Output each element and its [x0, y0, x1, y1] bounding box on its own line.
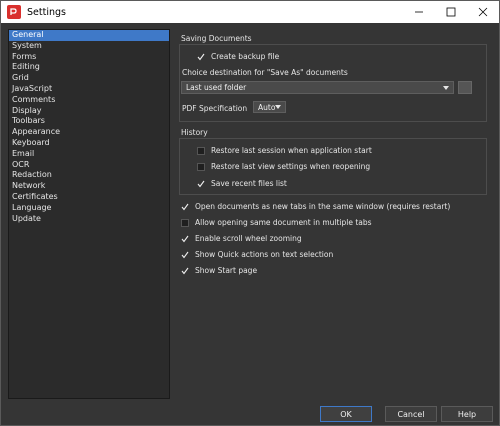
checkmark-icon [181, 203, 189, 210]
restore-view-option[interactable]: Restore last view settings when reopenin… [197, 162, 370, 171]
multiple-tabs-checkbox[interactable] [181, 218, 189, 227]
sidebar-item-forms[interactable]: Forms [9, 52, 169, 63]
multiple-tabs-label: Allow opening same document in multiple … [195, 218, 372, 227]
title-bar: Settings [1, 1, 499, 23]
save-recent-files-option[interactable]: Save recent files list [197, 179, 287, 188]
sidebar-item-general[interactable]: General [9, 30, 169, 41]
sidebar-item-ocr[interactable]: OCR [9, 160, 169, 171]
sidebar-item-system[interactable]: System [9, 41, 169, 52]
help-button[interactable]: Help [441, 406, 493, 422]
history-heading: History [181, 128, 208, 137]
minimize-icon [415, 11, 423, 13]
chevron-down-icon [443, 85, 449, 90]
close-button[interactable] [467, 1, 499, 23]
create-backup-checkbox[interactable] [197, 53, 205, 61]
maximize-icon [446, 7, 456, 17]
restore-view-label: Restore last view settings when reopenin… [211, 162, 371, 171]
sidebar-item-toolbars[interactable]: Toolbars [9, 116, 169, 127]
maximize-button[interactable] [435, 1, 467, 23]
cancel-button[interactable]: Cancel [385, 406, 437, 422]
sidebar-item-keyboard[interactable]: Keyboard [9, 138, 169, 149]
settings-category-list[interactable]: General System Forms Editing Grid JavaSc… [8, 29, 170, 399]
pdf-specification-dropdown[interactable]: Auto [253, 101, 286, 113]
checkmark-icon [181, 251, 189, 258]
scroll-zoom-label: Enable scroll wheel zooming [195, 234, 302, 243]
create-backup-label: Create backup file [211, 52, 280, 61]
quick-actions-option[interactable]: Show Quick actions on text selection [181, 250, 333, 259]
start-page-option[interactable]: Show Start page [181, 266, 257, 275]
save-recent-files-label: Save recent files list [211, 179, 287, 188]
sidebar-item-appearance[interactable]: Appearance [9, 127, 169, 138]
close-icon [478, 7, 488, 17]
sidebar-item-grid[interactable]: Grid [9, 73, 169, 84]
create-backup-option[interactable]: Create backup file [197, 52, 279, 61]
sidebar-item-javascript[interactable]: JavaScript [9, 84, 169, 95]
open-new-tabs-checkbox[interactable] [181, 203, 189, 211]
sidebar-item-email[interactable]: Email [9, 149, 169, 160]
restore-session-label: Restore last session when application st… [211, 146, 372, 155]
scroll-zoom-option[interactable]: Enable scroll wheel zooming [181, 234, 302, 243]
start-page-label: Show Start page [195, 266, 258, 275]
app-logo-icon [7, 5, 21, 19]
restore-session-checkbox[interactable] [197, 146, 205, 155]
sidebar-item-certificates[interactable]: Certificates [9, 192, 169, 203]
sidebar-item-comments[interactable]: Comments [9, 95, 169, 106]
start-page-checkbox[interactable] [181, 267, 189, 275]
browse-folder-button[interactable] [458, 81, 472, 94]
sidebar-item-language[interactable]: Language [9, 203, 169, 214]
chevron-down-icon [275, 105, 281, 109]
open-new-tabs-label: Open documents as new tabs in the same w… [195, 202, 451, 211]
sidebar-item-editing[interactable]: Editing [9, 62, 169, 73]
pdf-specification-label: PDF Specification [182, 104, 248, 113]
sidebar-item-display[interactable]: Display [9, 106, 169, 117]
ok-button[interactable]: OK [320, 406, 372, 422]
quick-actions-checkbox[interactable] [181, 251, 189, 259]
checkmark-icon [197, 180, 205, 187]
minimize-button[interactable] [403, 1, 435, 23]
open-new-tabs-option[interactable]: Open documents as new tabs in the same w… [181, 202, 450, 211]
restore-view-checkbox[interactable] [197, 162, 205, 171]
save-as-destination-value: Last used folder [186, 83, 247, 92]
scroll-zoom-checkbox[interactable] [181, 235, 189, 243]
save-recent-files-checkbox[interactable] [197, 180, 205, 188]
multiple-tabs-option[interactable]: Allow opening same document in multiple … [181, 218, 372, 227]
sidebar-item-update[interactable]: Update [9, 214, 169, 225]
checkmark-icon [197, 53, 205, 60]
saving-documents-heading: Saving Documents [181, 34, 252, 43]
checkmark-icon [181, 235, 189, 242]
settings-window: Settings General System Forms Editing Gr… [0, 0, 500, 426]
quick-actions-label: Show Quick actions on text selection [195, 250, 334, 259]
pdf-specification-value: Auto [258, 102, 276, 112]
checkmark-icon [181, 267, 189, 274]
sidebar-item-redaction[interactable]: Redaction [9, 170, 169, 181]
sidebar-item-network[interactable]: Network [9, 181, 169, 192]
window-title: Settings [27, 6, 66, 18]
save-as-destination-dropdown[interactable]: Last used folder [181, 81, 454, 94]
restore-session-option[interactable]: Restore last session when application st… [197, 146, 372, 155]
save-as-destination-label: Choice destination for "Save As" documen… [182, 68, 348, 77]
